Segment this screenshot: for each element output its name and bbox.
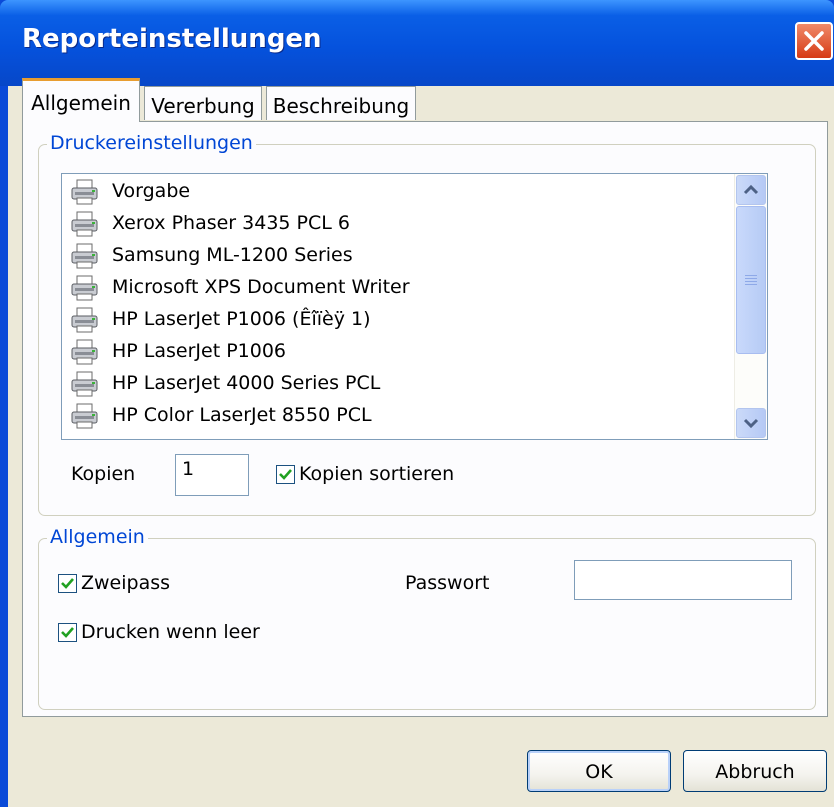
collate-checkbox[interactable] bbox=[276, 465, 295, 484]
printer-icon bbox=[71, 371, 98, 397]
printer-settings-group: Druckereinstellungen Vorgabe Xerox Phaser… bbox=[38, 132, 816, 516]
copies-input[interactable]: 1 bbox=[175, 454, 249, 496]
window-title: Reporteinstellungen bbox=[22, 24, 322, 54]
grip-line bbox=[745, 278, 757, 279]
general-legend: Allgemein bbox=[47, 526, 148, 548]
printer-icon bbox=[71, 275, 98, 301]
password-input[interactable] bbox=[574, 560, 792, 600]
printer-icon bbox=[71, 179, 98, 205]
cancel-button[interactable]: Abbruch bbox=[683, 750, 827, 792]
print-if-empty-checkbox[interactable] bbox=[58, 623, 77, 642]
printer-list-item[interactable]: HP LaserJet 4000 Series PCL bbox=[70, 369, 750, 401]
checkmark-icon bbox=[61, 627, 74, 638]
copies-label: Kopien bbox=[71, 463, 136, 485]
printer-icon bbox=[71, 307, 98, 333]
printer-list[interactable]: Vorgabe Xerox Phaser 3435 PCL 6 Samsung ML… bbox=[61, 173, 768, 440]
printer-name: HP LaserJet P1006 (Êîïèÿ 1) bbox=[112, 308, 371, 330]
tab-beschreibung-label: Beschreibung bbox=[272, 94, 410, 118]
printer-icon bbox=[71, 403, 98, 429]
tab-allgemein[interactable]: Allgemein bbox=[22, 78, 140, 122]
close-icon bbox=[804, 31, 824, 51]
tab-vererbung[interactable]: Vererbung bbox=[144, 86, 262, 120]
tab-allgemein-label: Allgemein bbox=[31, 91, 131, 115]
grip-line bbox=[745, 275, 757, 276]
collate-label[interactable]: Kopien sortieren bbox=[299, 463, 454, 485]
password-label: Passwort bbox=[405, 572, 490, 594]
printer-icon bbox=[71, 211, 98, 237]
printer-list-item[interactable]: HP Color LaserJet 8550 PCL bbox=[70, 401, 750, 433]
printer-list-item[interactable]: HP LaserJet P1006 bbox=[70, 337, 750, 369]
printer-list-item[interactable]: Vorgabe bbox=[70, 177, 750, 209]
ok-button[interactable]: OK bbox=[527, 750, 671, 792]
print-if-empty-label[interactable]: Drucken wenn leer bbox=[81, 621, 260, 643]
printer-settings-legend: Druckereinstellungen bbox=[47, 132, 256, 154]
chevron-down-icon bbox=[743, 418, 759, 429]
printer-name: Microsoft XPS Document Writer bbox=[112, 276, 410, 298]
title-bar[interactable]: Reporteinstellungen bbox=[0, 0, 834, 86]
grip-line bbox=[745, 284, 757, 285]
printer-list-item[interactable]: Samsung ML-1200 Series bbox=[70, 241, 750, 273]
printer-name: HP LaserJet P1006 bbox=[112, 340, 287, 362]
printer-list-item[interactable]: HP LaserJet P1006 (Êîïèÿ 1) bbox=[70, 305, 750, 337]
printer-name: Vorgabe bbox=[112, 180, 191, 202]
printer-name: HP LaserJet 4000 Series PCL bbox=[112, 372, 381, 394]
printer-icon bbox=[71, 339, 98, 365]
printer-icon bbox=[71, 243, 98, 269]
tab-panel-allgemein: Druckereinstellungen Vorgabe Xerox Phaser… bbox=[22, 121, 828, 717]
scroll-down-button[interactable] bbox=[736, 408, 766, 438]
printer-name: Xerox Phaser 3435 PCL 6 bbox=[112, 212, 350, 234]
dialog-client-area: Allgemein Vererbung Beschreibung Drucker… bbox=[8, 78, 834, 807]
chevron-up-icon bbox=[743, 184, 759, 195]
twopass-checkbox[interactable] bbox=[58, 574, 77, 593]
printer-list-item[interactable]: Microsoft XPS Document Writer bbox=[70, 273, 750, 305]
tab-strip: Allgemein Vererbung Beschreibung bbox=[22, 78, 828, 122]
checkmark-icon bbox=[61, 578, 74, 589]
scroll-up-button[interactable] bbox=[736, 175, 766, 205]
grip-line bbox=[745, 281, 757, 282]
checkmark-icon bbox=[279, 469, 292, 480]
tab-vererbung-label: Vererbung bbox=[151, 94, 255, 118]
printer-name: Samsung ML-1200 Series bbox=[112, 244, 353, 266]
printer-list-scrollbar[interactable] bbox=[734, 174, 767, 439]
dialog-window: Reporteinstellungen Allgemein Vererbung … bbox=[0, 0, 834, 807]
scroll-thumb[interactable] bbox=[736, 206, 766, 354]
twopass-label[interactable]: Zweipass bbox=[81, 572, 170, 594]
general-group: Allgemein Zweipass Passwort Drucken wenn… bbox=[38, 526, 816, 710]
tab-beschreibung[interactable]: Beschreibung bbox=[266, 86, 416, 120]
close-button[interactable] bbox=[795, 22, 833, 60]
printer-name: HP Color LaserJet 8550 PCL bbox=[112, 404, 372, 426]
printer-list-item[interactable]: Xerox Phaser 3435 PCL 6 bbox=[70, 209, 750, 241]
